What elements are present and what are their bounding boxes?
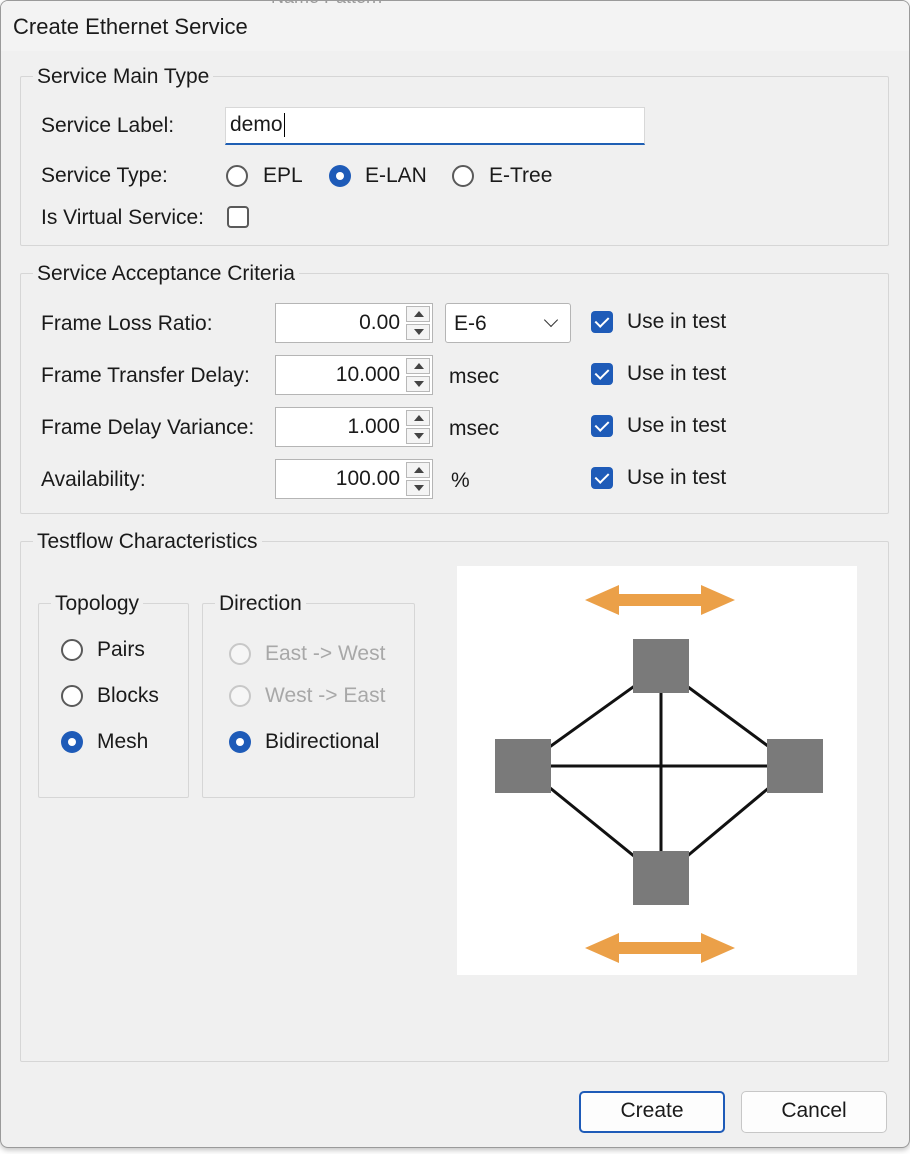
- service-type-etree-radio[interactable]: [452, 165, 474, 187]
- availability-spinner[interactable]: 100.00: [275, 459, 433, 499]
- frame-delay-use-in-test-checkbox[interactable]: [591, 415, 613, 437]
- spin-down-button[interactable]: [406, 480, 430, 496]
- topology-blocks-label[interactable]: Blocks: [97, 684, 159, 708]
- topology-blocks-radio[interactable]: [61, 685, 83, 707]
- bidirectional-arrow-icon: [585, 585, 735, 615]
- create-button[interactable]: Create: [579, 1091, 725, 1133]
- dialog-title: Create Ethernet Service: [13, 14, 248, 39]
- direction-east-west-radio[interactable]: [229, 643, 251, 665]
- spin-down-button[interactable]: [406, 324, 430, 340]
- text-caret: [283, 113, 285, 138]
- direction-bidirectional-radio[interactable]: [229, 731, 251, 753]
- acceptance-criteria-legend: Service Acceptance Criteria: [33, 262, 299, 286]
- frame-loss-ratio-value: 0.00: [359, 311, 400, 334]
- virtual-service-caption: Is Virtual Service:: [41, 206, 205, 229]
- direction-east-west-label[interactable]: East -> West: [265, 642, 385, 666]
- cancel-button[interactable]: Cancel: [741, 1091, 887, 1133]
- direction-west-east-label[interactable]: West -> East: [265, 684, 385, 708]
- frame-loss-ratio-label: Frame Loss Ratio:: [41, 312, 213, 335]
- frame-transfer-delay-unit: msec: [449, 365, 500, 388]
- topology-pairs-radio[interactable]: [61, 639, 83, 661]
- frame-transfer-use-in-test-checkbox[interactable]: [591, 363, 613, 385]
- spin-up-button[interactable]: [406, 358, 430, 374]
- service-type-etree-label[interactable]: E-Tree: [489, 164, 552, 188]
- frame-transfer-delay-label: Frame Transfer Delay:: [41, 364, 250, 387]
- mesh-links: [522, 665, 796, 880]
- topology-pairs-label[interactable]: Pairs: [97, 638, 145, 662]
- node-right: [767, 739, 823, 793]
- spinner-buttons: [406, 462, 430, 496]
- service-type-caption: Service Type:: [41, 164, 168, 187]
- spin-down-button[interactable]: [406, 428, 430, 444]
- spinner-buttons: [406, 410, 430, 444]
- availability-unit: %: [451, 469, 470, 492]
- service-type-elan-label[interactable]: E-LAN: [365, 164, 427, 188]
- direction-legend: Direction: [215, 592, 306, 616]
- frame-loss-use-in-test-label[interactable]: Use in test: [627, 310, 726, 334]
- frame-delay-use-in-test-label[interactable]: Use in test: [627, 414, 726, 438]
- direction-west-east-radio[interactable]: [229, 685, 251, 707]
- frame-transfer-delay-spinner[interactable]: 10.000: [275, 355, 433, 395]
- spin-up-button[interactable]: [406, 410, 430, 426]
- spinner-buttons: [406, 358, 430, 392]
- availability-value: 100.00: [335, 467, 400, 490]
- frame-loss-ratio-spinner[interactable]: 0.00: [275, 303, 433, 343]
- service-type-epl-radio[interactable]: [226, 165, 248, 187]
- service-main-type-legend: Service Main Type: [33, 65, 214, 89]
- node-left: [495, 739, 551, 793]
- spin-up-button[interactable]: [406, 462, 430, 478]
- bidirectional-arrow-icon: [585, 933, 735, 963]
- topology-legend: Topology: [51, 592, 144, 616]
- frame-loss-use-in-test-checkbox[interactable]: [591, 311, 613, 333]
- frame-delay-variance-spinner[interactable]: 1.000: [275, 407, 433, 447]
- service-type-epl-label[interactable]: EPL: [263, 164, 303, 188]
- service-label-caption: Service Label:: [41, 114, 175, 137]
- testflow-legend: Testflow Characteristics: [33, 530, 262, 554]
- service-label-value: demo: [230, 113, 283, 136]
- node-top: [633, 639, 689, 693]
- direction-bidirectional-label[interactable]: Bidirectional: [265, 730, 379, 754]
- topology-mesh-label[interactable]: Mesh: [97, 730, 148, 754]
- background-window-text: Name Pattern: [271, 1, 382, 8]
- frame-transfer-use-in-test-label[interactable]: Use in test: [627, 362, 726, 386]
- frame-delay-variance-value: 1.000: [347, 415, 400, 438]
- spin-down-button[interactable]: [406, 376, 430, 392]
- service-label-input[interactable]: demo: [225, 107, 645, 145]
- frame-transfer-delay-value: 10.000: [335, 363, 400, 386]
- title-bar[interactable]: Name Pattern Create Ethernet Service: [1, 1, 909, 51]
- chevron-down-icon: [543, 312, 559, 328]
- spin-up-button[interactable]: [406, 306, 430, 322]
- spinner-buttons: [406, 306, 430, 340]
- loss-exponent-dropdown[interactable]: E-6: [445, 303, 571, 343]
- loss-exponent-value: E-6: [454, 312, 487, 335]
- mesh-topology-diagram: [457, 566, 857, 975]
- service-type-elan-radio[interactable]: [329, 165, 351, 187]
- mesh-diagram-svg: [495, 585, 823, 963]
- frame-delay-variance-unit: msec: [449, 417, 500, 440]
- availability-use-in-test-label[interactable]: Use in test: [627, 466, 726, 490]
- virtual-service-checkbox[interactable]: [227, 206, 249, 228]
- availability-use-in-test-checkbox[interactable]: [591, 467, 613, 489]
- create-ethernet-service-dialog: Name Pattern Create Ethernet Service Ser…: [0, 0, 910, 1148]
- topology-mesh-radio[interactable]: [61, 731, 83, 753]
- node-bottom: [633, 851, 689, 905]
- availability-label: Availability:: [41, 468, 146, 491]
- frame-delay-variance-label: Frame Delay Variance:: [41, 416, 255, 439]
